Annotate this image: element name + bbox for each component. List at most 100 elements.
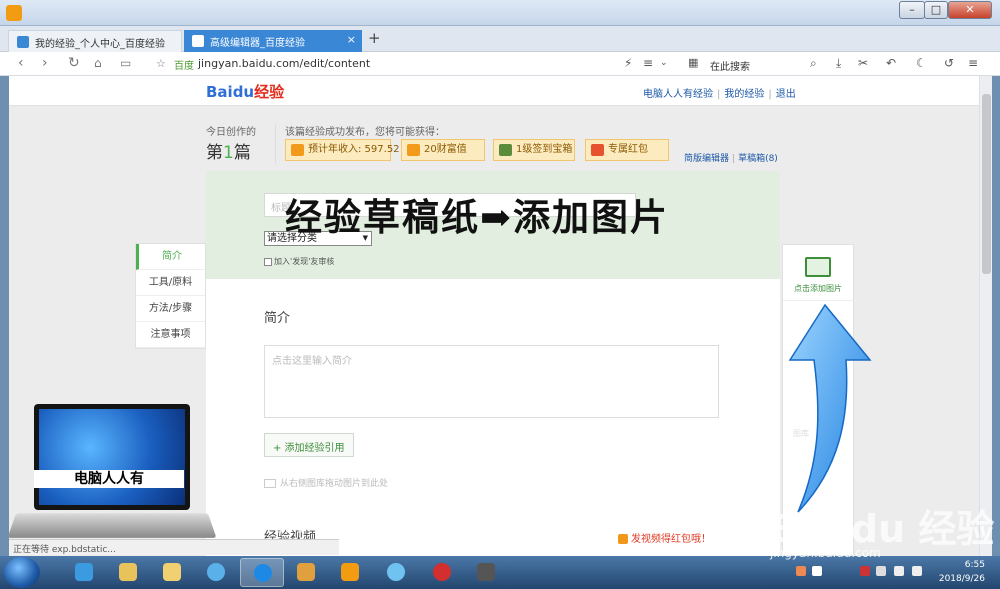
video-icon — [477, 563, 495, 581]
tray-display-icon[interactable] — [876, 566, 886, 576]
tab-label: 我的经验_个人中心_百度经验 — [35, 39, 165, 50]
tray-flag-icon[interactable] — [860, 566, 870, 576]
baidu-jingyan-logo[interactable]: Baidu经验 — [206, 81, 284, 102]
taskbar-ie[interactable] — [62, 558, 106, 587]
scissors-icon[interactable]: ✂ — [858, 56, 868, 70]
taskbar-video[interactable] — [464, 558, 508, 587]
scrollbar-thumb[interactable] — [982, 94, 991, 274]
search-icon[interactable]: ⌕ — [810, 56, 817, 71]
divider — [275, 124, 276, 164]
tab-label: 高级编辑器_百度经验 — [210, 38, 305, 49]
taskbar-flower[interactable] — [374, 558, 418, 587]
coin-icon — [407, 144, 420, 156]
hamburger-menu-icon[interactable]: ≡ — [968, 56, 978, 70]
sidenav-item-intro[interactable]: 简介 — [136, 244, 205, 270]
drag-hint: 从右侧图库拖动图片到此处 — [264, 476, 388, 489]
taskbar-explorer[interactable] — [106, 558, 150, 587]
taskbar-player[interactable] — [328, 558, 372, 587]
taskbar-files[interactable] — [150, 558, 194, 587]
review-checkbox[interactable]: 加入'发现'友审核 — [264, 256, 334, 267]
user-link[interactable]: 电脑人人有经验 — [643, 89, 713, 100]
night-mode-icon[interactable]: ☾ — [916, 56, 927, 70]
vertical-scrollbar[interactable] — [979, 76, 992, 556]
chevron-down-icon[interactable]: ⌄ — [660, 58, 668, 68]
today-label: 今日创作的 — [206, 127, 256, 138]
taskbar-app[interactable] — [194, 558, 238, 587]
reward-wealth: 20财富值 — [401, 139, 485, 161]
simple-editor-link[interactable]: 简版编辑器 — [684, 154, 729, 164]
site-tag: 百度 — [174, 61, 194, 72]
laptop-caption: 电脑人人有 — [34, 470, 184, 488]
up-arrow-icon — [788, 303, 872, 513]
tray-volume-icon[interactable] — [912, 566, 922, 576]
intro-heading: 简介 — [264, 311, 291, 326]
overlay-caption: 经验草稿纸➡添加图片 — [285, 195, 670, 239]
search-input[interactable]: 在此搜索 — [710, 58, 750, 73]
start-button[interactable] — [4, 557, 40, 588]
sidenav-item-steps[interactable]: 方法/步骤 — [136, 296, 205, 322]
tray-network-icon[interactable] — [894, 566, 904, 576]
chest-icon — [499, 144, 512, 156]
earnings-title: 该篇经验成功发布，您将可能获得： — [285, 127, 445, 138]
maximize-button[interactable]: □ — [924, 1, 948, 19]
top-links: 电脑人人有经验 | 我的经验 | 退出 — [643, 89, 796, 100]
lightning-icon[interactable]: ⚡ — [624, 56, 632, 70]
image-icon — [264, 479, 276, 488]
reward-income: 预计年收入: 597.52 — [285, 139, 400, 161]
windows-taskbar: 6:55 2018/9/26 — [0, 556, 1000, 589]
browser-icon — [254, 564, 272, 582]
taskbar-browser[interactable] — [240, 558, 284, 587]
close-window-button[interactable]: ✕ — [948, 1, 992, 19]
add-image-button[interactable]: 点击添加图片 — [783, 245, 853, 301]
coin-icon — [291, 144, 304, 156]
editor-links: 简版编辑器 | 草稿箱(8) — [684, 154, 778, 164]
reload-icon[interactable]: ↻ — [68, 55, 80, 71]
search-engine-icon[interactable]: ▦ — [688, 56, 698, 69]
laptop-keyboard — [7, 513, 217, 538]
player-icon — [341, 563, 359, 581]
article-count: 第1篇 — [206, 143, 251, 163]
menu-list-icon[interactable]: ≡ — [643, 56, 653, 70]
clock[interactable]: 6:55 2018/9/26 — [930, 558, 985, 586]
video-reward-link[interactable]: 发视频得红包哦！ — [618, 530, 711, 545]
sidenav-item-notes[interactable]: 注意事项 — [136, 322, 205, 348]
red-packet-icon — [591, 144, 604, 156]
watermark-url: jingyan.baidu.com — [770, 546, 881, 560]
logout-link[interactable]: 退出 — [776, 89, 796, 100]
paint-icon — [297, 563, 315, 581]
close-tab-icon[interactable]: × — [347, 33, 356, 46]
add-image-label: 点击添加图片 — [794, 284, 842, 293]
tab-advanced-editor[interactable]: 高级编辑器_百度经验 × — [184, 30, 362, 52]
files-icon — [163, 563, 181, 581]
drafts-link[interactable]: 草稿箱(8) — [738, 154, 778, 164]
my-experience-link[interactable]: 我的经验 — [724, 89, 764, 100]
flower-icon — [387, 563, 405, 581]
intro-textarea[interactable]: 点击这里输入简介 — [264, 345, 719, 418]
home-icon[interactable]: ⌂ — [94, 56, 102, 70]
download-icon[interactable]: ⤓ — [836, 56, 841, 71]
tray-help-icon[interactable] — [812, 566, 822, 576]
url-field[interactable]: jingyan.baidu.com/edit/content — [198, 57, 370, 70]
undo-close-icon[interactable]: ↺ — [944, 56, 954, 70]
undo-icon[interactable]: ↶ — [886, 56, 896, 70]
folder-icon — [119, 563, 137, 581]
ghost-watermark: 草稿箱 — [240, 499, 343, 537]
taskbar-chess[interactable] — [420, 558, 464, 587]
tray-app-icon[interactable] — [796, 566, 806, 576]
back-icon[interactable]: ‹ — [18, 55, 24, 71]
reading-mode-icon[interactable]: ▭ — [120, 56, 131, 70]
add-quote-button[interactable]: + 添加经验引用 — [264, 433, 354, 457]
new-tab-button[interactable]: + — [368, 29, 381, 47]
baidu-favicon-icon — [17, 36, 29, 48]
forward-icon[interactable]: › — [42, 55, 48, 71]
minimize-button[interactable]: – — [899, 1, 925, 19]
window-titlebar: – □ ✕ — [0, 0, 1000, 26]
tab-bar: 我的经验_个人中心_百度经验 高级编辑器_百度经验 × 2 👕 – ▣ ✕ — [0, 26, 1000, 70]
taskbar-paint[interactable] — [284, 558, 328, 587]
reward-redpacket: 专属红包 — [585, 139, 669, 161]
picture-icon — [805, 257, 831, 277]
baidu-watermark: Bai du 经验 — [770, 507, 995, 551]
tab-my-experience[interactable]: 我的经验_个人中心_百度经验 — [8, 30, 182, 52]
sidenav-item-tools[interactable]: 工具/原料 — [136, 270, 205, 296]
favorite-star-icon[interactable]: ☆ — [156, 57, 166, 70]
